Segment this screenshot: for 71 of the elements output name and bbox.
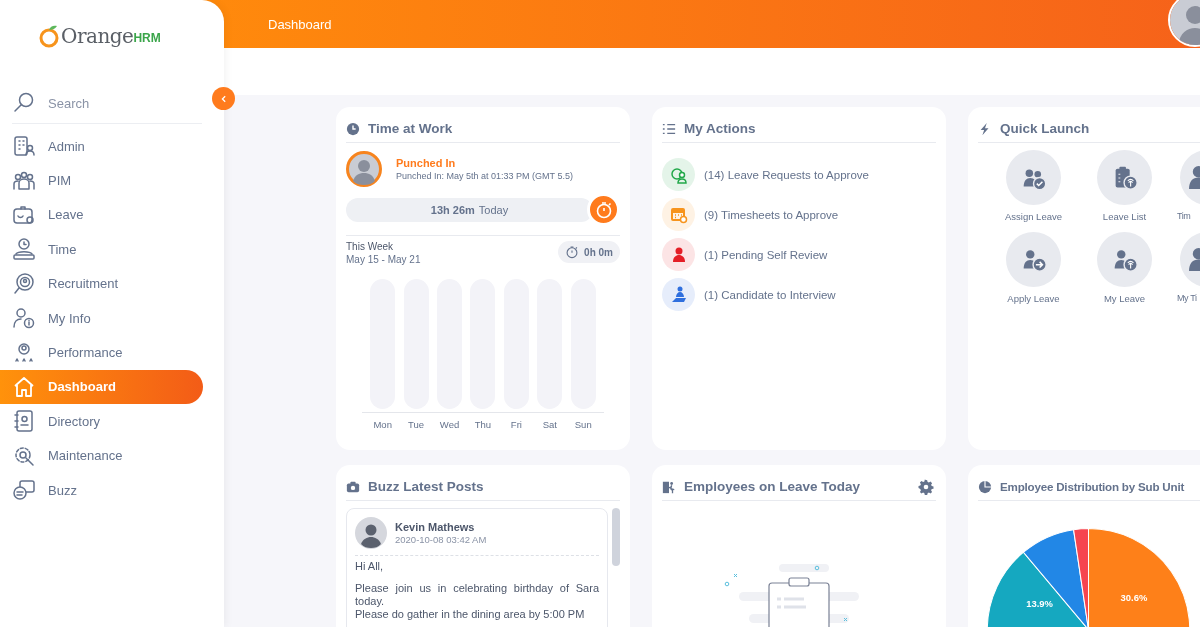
quick-launch-item[interactable]: Apply Leave: [988, 232, 1079, 304]
nav-item[interactable]: Dashboard: [0, 369, 203, 405]
post-text: Please do gather in the dining area by 5:00 PM: [355, 608, 586, 621]
collapse-button[interactable]: [212, 87, 235, 110]
action-item[interactable]: (14) Leave Requests to Approve: [662, 158, 936, 191]
punch-status: Punched In: [396, 157, 457, 169]
page-title: Dashboard: [268, 16, 332, 32]
camera-icon: [346, 479, 360, 494]
nav-item[interactable]: Performance: [0, 335, 203, 370]
user-avatar: [346, 151, 382, 187]
action-item[interactable]: (9) Timesheets to Approve: [662, 198, 936, 231]
nav-item[interactable]: Recruitment: [0, 266, 203, 301]
scrollbar-thumb[interactable]: [612, 508, 620, 566]
magnifier-person-icon: [12, 271, 36, 296]
slice-label: 13.9%: [1026, 598, 1053, 610]
card-title: Time at Work: [368, 121, 453, 136]
week-range: May 15 - May 21: [346, 254, 421, 265]
clock-icon: [346, 121, 360, 136]
slice-label: 30.6%: [1120, 591, 1148, 603]
stopwatch-icon: [565, 245, 580, 259]
chat-bubble-icon: [12, 478, 36, 503]
nav-item[interactable]: Leave: [0, 197, 203, 233]
building-person-icon: [12, 134, 36, 159]
checklist-icon: [662, 121, 676, 136]
quick-launch-item[interactable]: My Leave: [1079, 232, 1170, 304]
card-title: Employee Distribution by Sub Unit: [1000, 480, 1185, 493]
person-clock-icon: [12, 237, 36, 262]
pie-chart-icon: [978, 479, 992, 494]
settings-icon[interactable]: [918, 478, 934, 495]
person-door-icon: [662, 479, 676, 494]
nav-item[interactable]: Directory: [0, 404, 203, 439]
card-title: Employees on Leave Today: [684, 479, 861, 494]
address-book-icon: [12, 409, 36, 434]
search-field[interactable]: Search: [48, 91, 168, 115]
pie-slice[interactable]: [1022, 529, 1089, 627]
week-label: This Week: [346, 241, 395, 252]
post-text: Hi All,: [355, 560, 385, 573]
post-text: Please join us in celebrating birthday of Sara today.: [355, 582, 599, 608]
week-total-value: 0h 0m: [584, 246, 613, 258]
person-info-icon: [12, 306, 36, 331]
punch-detail: Punched In: May 5th at 01:33 PM (GMT 5.5): [396, 171, 573, 181]
card-title: Buzz Latest Posts: [368, 479, 484, 494]
quick-launch-item[interactable]: Assign Leave: [988, 150, 1079, 222]
day-label: Mon: [372, 419, 393, 430]
fruit-logo-icon: [38, 24, 60, 48]
nav-item[interactable]: Maintenance: [0, 438, 203, 473]
day-label: Sun: [573, 419, 593, 430]
nav-item[interactable]: Time: [0, 232, 203, 267]
nav-item[interactable]: My Info: [0, 300, 203, 336]
post-author: Kevin Mathews: [395, 521, 476, 533]
card-title: Quick Launch: [1000, 121, 1090, 136]
day-label: Thu: [473, 419, 493, 430]
post-time: 2020-10-08 03:42 AM: [395, 534, 487, 545]
quick-launch-item[interactable]: Leave List: [1079, 150, 1170, 222]
day-label: Wed: [438, 419, 461, 430]
action-item[interactable]: (1) Candidate to Interview: [662, 278, 936, 311]
logo: OrangeHRM: [38, 24, 161, 48]
nav-item[interactable]: Buzz: [0, 472, 203, 508]
nav-item[interactable]: PIM: [0, 163, 203, 198]
pie-slice[interactable]: [1073, 528, 1089, 627]
day-label: Fri: [509, 419, 523, 430]
day-label: Sat: [541, 419, 558, 430]
pie-slice[interactable]: [1088, 528, 1191, 627]
home-icon: [12, 374, 36, 399]
nav-item[interactable]: Admin: [0, 129, 203, 164]
action-item[interactable]: (1) Pending Self Review: [662, 238, 936, 271]
card-title: My Actions: [684, 121, 756, 136]
author-avatar: [355, 517, 387, 549]
chevron-left-icon: [219, 94, 228, 103]
day-label: Tue: [407, 419, 426, 430]
search-icon: [12, 91, 36, 115]
